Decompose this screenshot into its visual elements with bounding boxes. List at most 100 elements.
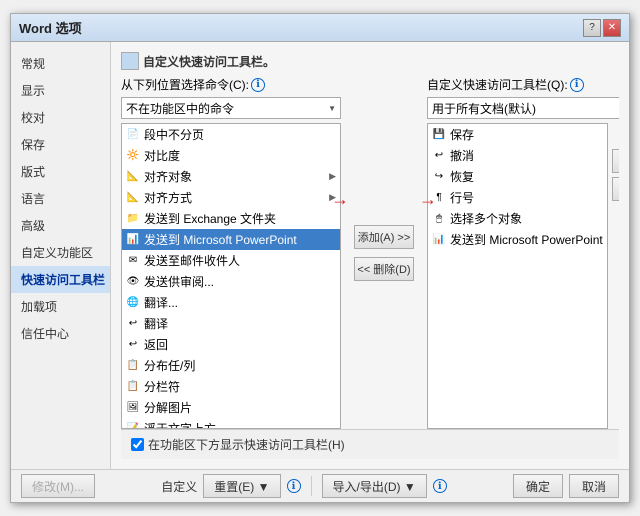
list-item-text: 对比度 (144, 147, 336, 164)
left-dropdown-value: 不在功能区中的命令 (126, 100, 234, 117)
sidebar-item-加载项[interactable]: 加载项 (11, 293, 110, 320)
right-list-item[interactable]: 📊发送到 Microsoft PowerPoint (428, 229, 607, 250)
list-item-text: 翻译 (144, 315, 336, 332)
right-list-item[interactable]: ↪恢复 (428, 166, 607, 187)
sidebar-item-自定义功能区[interactable]: 自定义功能区 (11, 239, 110, 266)
sidebar-item-保存[interactable]: 保存 (11, 131, 110, 158)
right-list-item[interactable]: ¶行号 (428, 187, 607, 208)
list-item-icon: 📋 (126, 380, 140, 394)
word-options-dialog: Word 选项 ? ✕ 常规显示校对保存版式语言高级自定义功能区快速访问工具栏加… (10, 13, 630, 503)
list-item-text: 发送供审阅... (144, 273, 336, 290)
list-item-text: 分解图片 (144, 399, 336, 416)
columns-area: 从下列位置选择命令(C): ℹ 不在功能区中的命令 ▼ 📄段中不分页🔆对比度📐对… (121, 76, 619, 429)
sidebar-item-快速访问工具栏[interactable]: 快速访问工具栏 (11, 266, 110, 293)
list-item[interactable]: 📄 段中不分页 (122, 124, 340, 145)
list-item-icon: 📋 (126, 359, 140, 373)
import-export-button[interactable]: 导入/导出(D) ▼ (322, 474, 427, 498)
list-item-text: 段中不分页 (144, 126, 336, 143)
sidebar-item-信任中心[interactable]: 信任中心 (11, 320, 110, 347)
list-item[interactable]: 📁发送到 Exchange 文件夹 (122, 208, 340, 229)
sidebar-item-高级[interactable]: 高级 (11, 212, 110, 239)
list-item[interactable]: 📋分布任/列 (122, 355, 340, 376)
right-list-item-text: 撤消 (450, 147, 603, 164)
right-list-item[interactable]: ↩ 撤消 (428, 145, 607, 166)
move-down-button[interactable]: ▼ (612, 177, 619, 201)
list-item-text: 对齐方式 (144, 189, 325, 206)
list-item-icon: 📐 (126, 191, 140, 205)
sidebar: 常规显示校对保存版式语言高级自定义功能区快速访问工具栏加载项信任中心 (11, 42, 111, 469)
section-title-text: 自定义快速访问工具栏。 (143, 53, 275, 70)
toolbar-icon (121, 52, 139, 70)
cancel-button[interactable]: 取消 (569, 474, 619, 498)
list-item-submenu-arrow: ▶ (329, 192, 336, 203)
left-list-box[interactable]: 📄段中不分页🔆对比度📐对齐对象▶📐对齐方式▶📁发送到 Exchange 文件夹📊… (121, 123, 341, 429)
sidebar-item-显示[interactable]: 显示 (11, 77, 110, 104)
right-list-item-icon: 🖱 (432, 212, 446, 226)
sidebar-item-校对[interactable]: 校对 (11, 104, 110, 131)
list-item-icon: 📊 (126, 233, 140, 247)
list-item[interactable]: 🖼分解图片 (122, 397, 340, 418)
right-list-item-text: 发送到 Microsoft PowerPoint (450, 231, 603, 248)
help-button[interactable]: ? (583, 19, 601, 37)
right-list-item[interactable]: 🖱选择多个对象 (428, 208, 607, 229)
list-item-icon: 📁 (126, 212, 140, 226)
show-below-checkbox[interactable] (131, 438, 144, 451)
list-item-icon: ↩ (126, 317, 140, 331)
right-list-item-icon: ↩ (432, 149, 446, 163)
sidebar-item-版式[interactable]: 版式 (11, 158, 110, 185)
right-list-item[interactable]: 💾保存 (428, 124, 607, 145)
dialog-title: Word 选项 (19, 18, 583, 37)
list-item[interactable]: ↩ 翻译 (122, 313, 340, 334)
main-content: 自定义快速访问工具栏。 从下列位置选择命令(C): ℹ 不在功能区中的命令 ▼ (111, 42, 629, 469)
sidebar-item-语言[interactable]: 语言 (11, 185, 110, 212)
list-item-text: 发送至邮件收件人 (144, 252, 336, 269)
footer-separator (311, 476, 312, 496)
remove-button[interactable]: << 删除(D) (354, 257, 414, 281)
reset-button[interactable]: 重置(E) ▼ (203, 474, 280, 498)
right-list-item-text: 保存 (450, 126, 603, 143)
ok-button[interactable]: 确定 (513, 474, 563, 498)
list-item-text: 返回 (144, 336, 336, 353)
move-up-button[interactable]: ▲ (612, 149, 619, 173)
section-header: 自定义快速访问工具栏。 (121, 52, 619, 70)
right-area: 💾保存 ↩ 撤消 ↪恢复¶行号🖱选择多个对象📊发送到 Microsoft PowerP… (427, 123, 619, 429)
list-item[interactable]: ↩返回 (122, 334, 340, 355)
list-item[interactable]: 📋 分栏符 (122, 376, 340, 397)
list-item-text: 发送到 Microsoft PowerPoint (144, 231, 336, 248)
left-dropdown-arrow: ▼ (328, 104, 336, 113)
reset-hint[interactable]: ℹ (287, 479, 301, 493)
list-item-icon: 🌐 (126, 296, 140, 310)
list-item[interactable]: 🔆对比度 (122, 145, 340, 166)
list-item[interactable]: 👁 发送供审阅... (122, 271, 340, 292)
list-item[interactable]: 📝浮于文字上方 (122, 418, 340, 429)
list-item[interactable]: ✉ 发送至邮件收件人 (122, 250, 340, 271)
bottom-bar: 在功能区下方显示快速访问工具栏(H) (121, 429, 619, 459)
list-item-icon: 📄 (126, 128, 140, 142)
right-col-header: 自定义快速访问工具栏(Q): (427, 76, 568, 93)
close-button[interactable]: ✕ (603, 19, 621, 37)
left-col-dropdown[interactable]: 不在功能区中的命令 ▼ (121, 97, 341, 119)
left-col-header-row: 从下列位置选择命令(C): ℹ (121, 76, 341, 93)
left-col-hint[interactable]: ℹ (251, 78, 265, 92)
import-hint[interactable]: ℹ (433, 479, 447, 493)
list-item-text: 分栏符 (144, 378, 336, 395)
list-item-icon: 👁 (126, 275, 140, 289)
right-list-box[interactable]: 💾保存 ↩ 撤消 ↪恢复¶行号🖱选择多个对象📊发送到 Microsoft PowerP… (427, 123, 608, 429)
right-col-dropdown[interactable]: 用于所有文档(默认) ▼ (427, 97, 619, 119)
list-item[interactable]: 📐 对齐方式 ▶ (122, 187, 340, 208)
list-item-text: 翻译... (144, 294, 336, 311)
show-below-checkbox-label[interactable]: 在功能区下方显示快速访问工具栏(H) (131, 436, 345, 453)
add-button[interactable]: 添加(A) >> (354, 225, 414, 249)
title-bar: Word 选项 ? ✕ (11, 14, 629, 42)
sidebar-item-常规[interactable]: 常规 (11, 50, 110, 77)
list-item[interactable]: 🌐 翻译... (122, 292, 340, 313)
list-item-icon: 📐 (126, 170, 140, 184)
list-item[interactable]: 📊 发送到 Microsoft PowerPoint (122, 229, 340, 250)
list-item[interactable]: 📐对齐对象▶ (122, 166, 340, 187)
right-col-hint[interactable]: ℹ (570, 78, 584, 92)
right-list-item-text: 恢复 (450, 168, 603, 185)
right-controls: ▲ ▼ (612, 123, 619, 429)
modify-button[interactable]: 修改(M)... (21, 474, 95, 498)
list-item-submenu-arrow: ▶ (329, 171, 336, 182)
list-item-icon: ✉ (126, 254, 140, 268)
